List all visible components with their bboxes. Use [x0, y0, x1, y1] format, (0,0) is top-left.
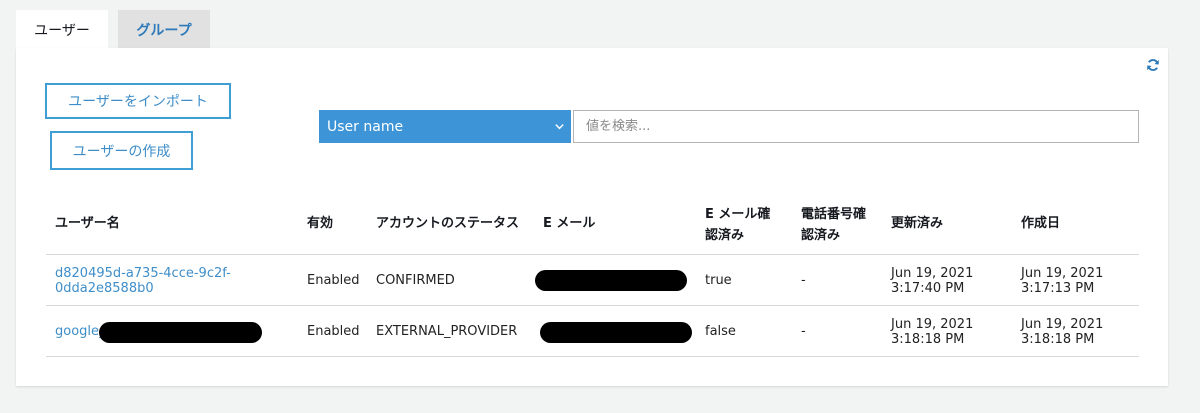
header-phone-verified-line1: 電話番号確: [801, 207, 867, 222]
username-line2: 0dda2e8588b0: [55, 281, 154, 296]
status-cell: EXTERNAL_PROVIDER: [376, 324, 518, 339]
import-users-button[interactable]: ユーザーをインポート: [45, 83, 231, 119]
header-enabled[interactable]: 有効: [307, 213, 333, 234]
updated-cell: Jun 19, 2021 3:18:18 PM: [891, 317, 973, 347]
email-redaction: [540, 322, 692, 343]
header-updated[interactable]: 更新済み: [891, 213, 943, 234]
enabled-cell: Enabled: [307, 273, 360, 288]
email-verified-cell: true: [705, 273, 732, 288]
header-phone-verified-line2: 認済み: [801, 228, 841, 243]
header-email-verified-line1: E メール確: [705, 207, 771, 222]
tab-users-label: ユーザー: [34, 23, 90, 39]
email-redaction: [535, 270, 687, 291]
tab-users[interactable]: ユーザー: [16, 10, 108, 50]
tab-groups[interactable]: グループ: [118, 10, 210, 50]
header-account-status[interactable]: アカウントのステータス: [376, 213, 519, 234]
updated-time: 3:18:18 PM: [891, 332, 965, 347]
phone-verified-cell: -: [801, 324, 806, 339]
enabled-cell: Enabled: [307, 324, 360, 339]
header-email-verified[interactable]: E メール確 認済み: [705, 204, 770, 246]
created-date: Jun 19, 2021: [1021, 266, 1104, 281]
updated-cell: Jun 19, 2021 3:17:40 PM: [891, 266, 973, 296]
header-created[interactable]: 作成日: [1021, 213, 1060, 234]
created-date: Jun 19, 2021: [1021, 317, 1104, 332]
status-cell: CONFIRMED: [376, 273, 455, 288]
username-link[interactable]: google_: [55, 324, 106, 339]
attribute-select-value: User name: [327, 118, 404, 135]
attribute-select[interactable]: User name: [319, 110, 571, 143]
email-verified-cell: false: [705, 324, 736, 339]
header-phone-verified[interactable]: 電話番号確 認済み: [801, 204, 866, 246]
updated-date: Jun 19, 2021: [891, 266, 974, 281]
created-cell: Jun 19, 2021 3:18:18 PM: [1021, 317, 1103, 347]
refresh-icon[interactable]: [1146, 58, 1160, 72]
row-divider: [46, 305, 1139, 306]
header-divider: [46, 254, 1139, 255]
chevron-down-icon: [555, 124, 564, 130]
created-cell: Jun 19, 2021 3:17:13 PM: [1021, 266, 1103, 296]
username-link[interactable]: d820495d-a735-4cce-9c2f- 0dda2e8588b0: [55, 266, 231, 296]
updated-time: 3:17:40 PM: [891, 281, 965, 296]
header-email[interactable]: E メール: [543, 213, 595, 234]
created-time: 3:18:18 PM: [1021, 332, 1095, 347]
tab-groups-label: グループ: [136, 23, 192, 39]
header-username[interactable]: ユーザー名: [55, 213, 120, 234]
create-user-button[interactable]: ユーザーの作成: [50, 131, 193, 170]
row-divider: [46, 356, 1139, 357]
create-user-label: ユーザーの作成: [72, 143, 171, 160]
header-email-verified-line2: 認済み: [705, 228, 745, 243]
username-redaction: [99, 322, 262, 343]
updated-date: Jun 19, 2021: [891, 317, 974, 332]
created-time: 3:17:13 PM: [1021, 281, 1095, 296]
import-users-label: ユーザーをインポート: [68, 94, 208, 110]
phone-verified-cell: -: [801, 273, 806, 288]
search-input[interactable]: [573, 110, 1139, 143]
username-line1: d820495d-a735-4cce-9c2f-: [55, 266, 231, 281]
